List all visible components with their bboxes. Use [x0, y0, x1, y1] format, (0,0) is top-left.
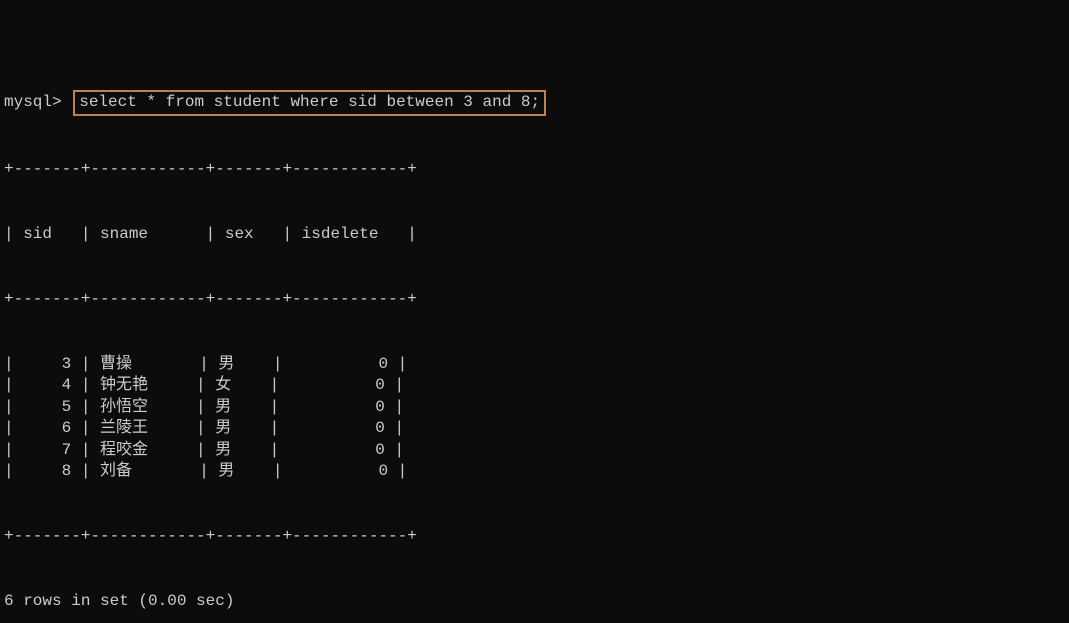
table-row: | 7 | 程咬金 | 男 | 0 |: [4, 440, 1065, 462]
table-row: | 4 | 钟无艳 | 女 | 0 |: [4, 375, 1065, 397]
table-sep-bot-0: +-------+------------+-------+----------…: [4, 526, 1065, 548]
table-rows-0: | 3 | 曹操 | 男 | 0 || 4 | 钟无艳 | 女 | 0 || 5…: [4, 354, 1065, 484]
table-row: | 5 | 孙悟空 | 男 | 0 |: [4, 397, 1065, 419]
table-row: | 3 | 曹操 | 男 | 0 |: [4, 354, 1065, 376]
table-row: | 8 | 刘备 | 男 | 0 |: [4, 461, 1065, 483]
status-line-0: 6 rows in set (0.00 sec): [4, 591, 1065, 613]
mysql-terminal[interactable]: mysql> select * from student where sid b…: [0, 0, 1069, 623]
mysql-prompt: mysql>: [4, 93, 62, 111]
table-sep-top-0: +-------+------------+-------+----------…: [4, 159, 1065, 181]
sql-query-highlight: select * from student where sid between …: [73, 90, 546, 116]
table-header-0: | sid | sname | sex | isdelete |: [4, 224, 1065, 246]
table-sep-mid-0: +-------+------------+-------+----------…: [4, 289, 1065, 311]
prompt-line-0: mysql> select * from student where sid b…: [4, 90, 1065, 116]
table-row: | 6 | 兰陵王 | 男 | 0 |: [4, 418, 1065, 440]
